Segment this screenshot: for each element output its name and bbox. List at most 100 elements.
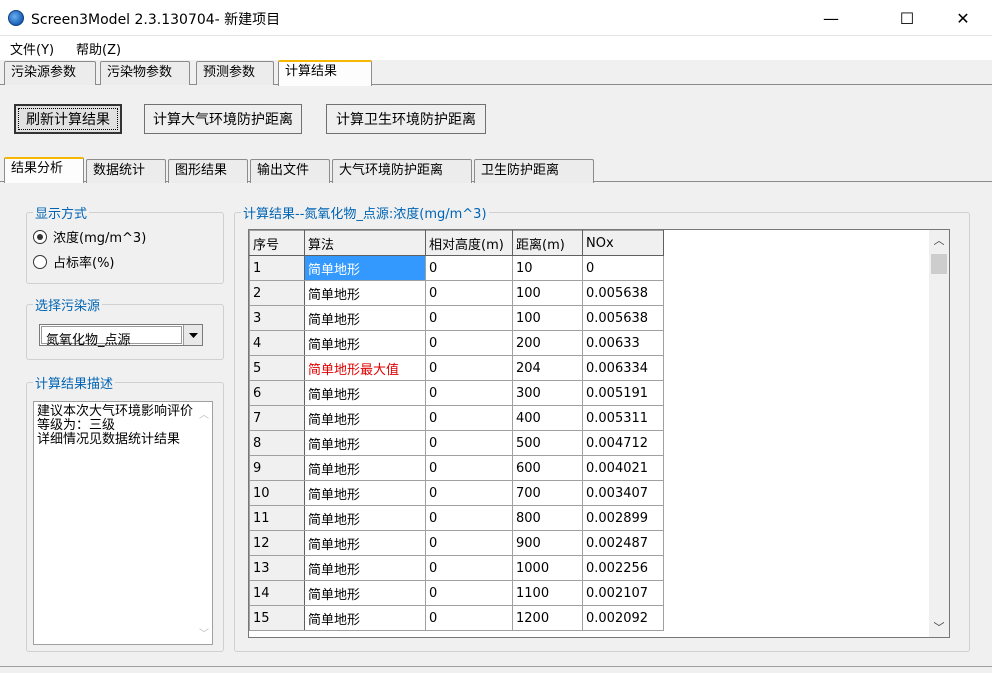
table-cell[interactable]: 0.004021 [582,455,664,481]
tab-data-statistics[interactable]: 数据统计 [86,159,166,183]
table-cell[interactable]: 0 [425,505,513,531]
row-index-cell[interactable]: 3 [249,305,305,331]
tab-pollutant-params[interactable]: 污染物参数 [100,61,190,85]
table-cell[interactable]: 0 [425,305,513,331]
table-cell[interactable]: 简单地形 [304,455,426,481]
table-row[interactable]: 1 简单地形 0 10 0 [249,255,664,281]
table-cell[interactable]: 简单地形 [304,430,426,456]
table-cell[interactable]: 100 [512,305,583,331]
tab-output-files[interactable]: 输出文件 [250,159,330,183]
table-cell[interactable]: 0.005638 [582,280,664,306]
table-cell[interactable]: 100 [512,280,583,306]
maximize-button[interactable]: ☐ [884,0,930,36]
table-cell[interactable]: 0 [425,530,513,556]
row-index-cell[interactable]: 1 [249,255,305,281]
minimize-button[interactable]: — [808,0,854,36]
table-cell[interactable]: 简单地形 [304,505,426,531]
row-index-cell[interactable]: 11 [249,505,305,531]
scroll-down-icon[interactable]: ﹀ [199,625,209,640]
table-row[interactable]: 14 简单地形 0 1100 0.002107 [249,580,664,606]
table-row[interactable]: 7 简单地形 0 400 0.005311 [249,405,664,431]
table-cell[interactable]: 0.004712 [582,430,664,456]
description-textarea[interactable]: 建议本次大气环境影响评价等级为：三级 详细情况见数据统计结果 ︿ ﹀ [33,401,213,645]
table-row[interactable]: 4 简单地形 0 200 0.00633 [249,330,664,356]
tab-air-protection-distance[interactable]: 大气环境防护距离 [332,159,472,183]
row-index-cell[interactable]: 4 [249,330,305,356]
row-index-cell[interactable]: 15 [249,605,305,631]
column-header[interactable]: 算法 [304,230,426,256]
table-cell[interactable]: 0.002487 [582,530,664,556]
tab-result-analysis[interactable]: 结果分析 [4,157,84,183]
row-index-cell[interactable]: 6 [249,380,305,406]
calc-air-protection-button[interactable]: 计算大气环境防护距离 [144,104,302,134]
table-cell[interactable]: 0 [425,430,513,456]
table-cell[interactable]: 0 [425,455,513,481]
tab-calc-results[interactable]: 计算结果 [278,60,372,86]
row-index-cell[interactable]: 7 [249,405,305,431]
table-row[interactable]: 11 简单地形 0 800 0.002899 [249,505,664,531]
row-index-cell[interactable]: 8 [249,430,305,456]
table-row[interactable]: 2 简单地形 0 100 0.005638 [249,280,664,306]
chevron-down-icon[interactable] [183,325,202,345]
table-cell[interactable]: 0.002092 [582,605,664,631]
table-row[interactable]: 12 简单地形 0 900 0.002487 [249,530,664,556]
table-cell[interactable]: 简单地形最大值 [304,355,426,381]
table-cell[interactable]: 简单地形 [304,305,426,331]
row-index-cell[interactable]: 2 [249,280,305,306]
radio-percentage[interactable]: 占标率(%) [33,252,115,271]
tab-source-params[interactable]: 污染源参数 [4,61,96,85]
column-header[interactable]: 相对高度(m) [425,230,513,256]
table-cell[interactable]: 1200 [512,605,583,631]
table-cell[interactable]: 700 [512,480,583,506]
tab-forecast-params[interactable]: 预测参数 [196,61,274,85]
table-row[interactable]: 8 简单地形 0 500 0.004712 [249,430,664,456]
menu-help[interactable]: 帮助(Z) [76,39,121,58]
source-combobox[interactable]: 氮氧化物_点源 [39,324,203,348]
table-cell[interactable]: 0.002256 [582,555,664,581]
table-cell[interactable]: 简单地形 [304,255,426,281]
table-cell[interactable]: 600 [512,455,583,481]
table-cell[interactable]: 0.005191 [582,380,664,406]
menu-file[interactable]: 文件(Y) [10,39,54,58]
table-cell[interactable]: 简单地形 [304,380,426,406]
table-cell[interactable]: 0.005638 [582,305,664,331]
chevron-up-icon[interactable]: ︿ [929,230,949,250]
table-cell[interactable]: 800 [512,505,583,531]
table-cell[interactable]: 简单地形 [304,480,426,506]
column-header[interactable]: NOx [582,230,664,256]
row-index-cell[interactable]: 14 [249,580,305,606]
table-cell[interactable]: 400 [512,405,583,431]
table-cell[interactable]: 0.002107 [582,580,664,606]
table-row[interactable]: 5 简单地形最大值 0 204 0.006334 [249,355,664,381]
table-row[interactable]: 3 简单地形 0 100 0.005638 [249,305,664,331]
table-cell[interactable]: 0 [425,405,513,431]
table-cell[interactable]: 0.00633 [582,330,664,356]
grid-vertical-scrollbar[interactable]: ︿ ﹀ [929,230,949,637]
table-cell[interactable]: 0.002899 [582,505,664,531]
table-cell[interactable]: 简单地形 [304,530,426,556]
tab-health-protection-distance[interactable]: 卫生防护距离 [474,159,594,183]
table-row[interactable]: 6 简单地形 0 300 0.005191 [249,380,664,406]
refresh-results-button[interactable]: 刷新计算结果 [14,104,122,134]
description-scrollbar[interactable]: ︿ ﹀ [195,402,212,644]
table-cell[interactable]: 0 [425,605,513,631]
close-button[interactable]: ✕ [940,0,986,36]
table-cell[interactable]: 0 [425,255,513,281]
table-cell[interactable]: 简单地形 [304,580,426,606]
table-row[interactable]: 9 简单地形 0 600 0.004021 [249,455,664,481]
table-cell[interactable]: 500 [512,430,583,456]
table-cell[interactable]: 简单地形 [304,605,426,631]
table-cell[interactable]: 0 [425,355,513,381]
row-index-cell[interactable]: 12 [249,530,305,556]
table-cell[interactable]: 简单地形 [304,405,426,431]
results-grid[interactable]: 序号 算法 相对高度(m) 距离(m) NOx 1 简单地形 0 10 0 2 简单地形 0 1… [248,229,950,638]
table-cell[interactable]: 10 [512,255,583,281]
table-cell[interactable]: 900 [512,530,583,556]
scrollbar-thumb[interactable] [931,254,947,274]
table-cell[interactable]: 0.005311 [582,405,664,431]
column-header[interactable]: 距离(m) [512,230,583,256]
table-cell[interactable]: 1100 [512,580,583,606]
table-cell[interactable]: 200 [512,330,583,356]
table-row[interactable]: 10 简单地形 0 700 0.003407 [249,480,664,506]
row-index-cell[interactable]: 5 [249,355,305,381]
